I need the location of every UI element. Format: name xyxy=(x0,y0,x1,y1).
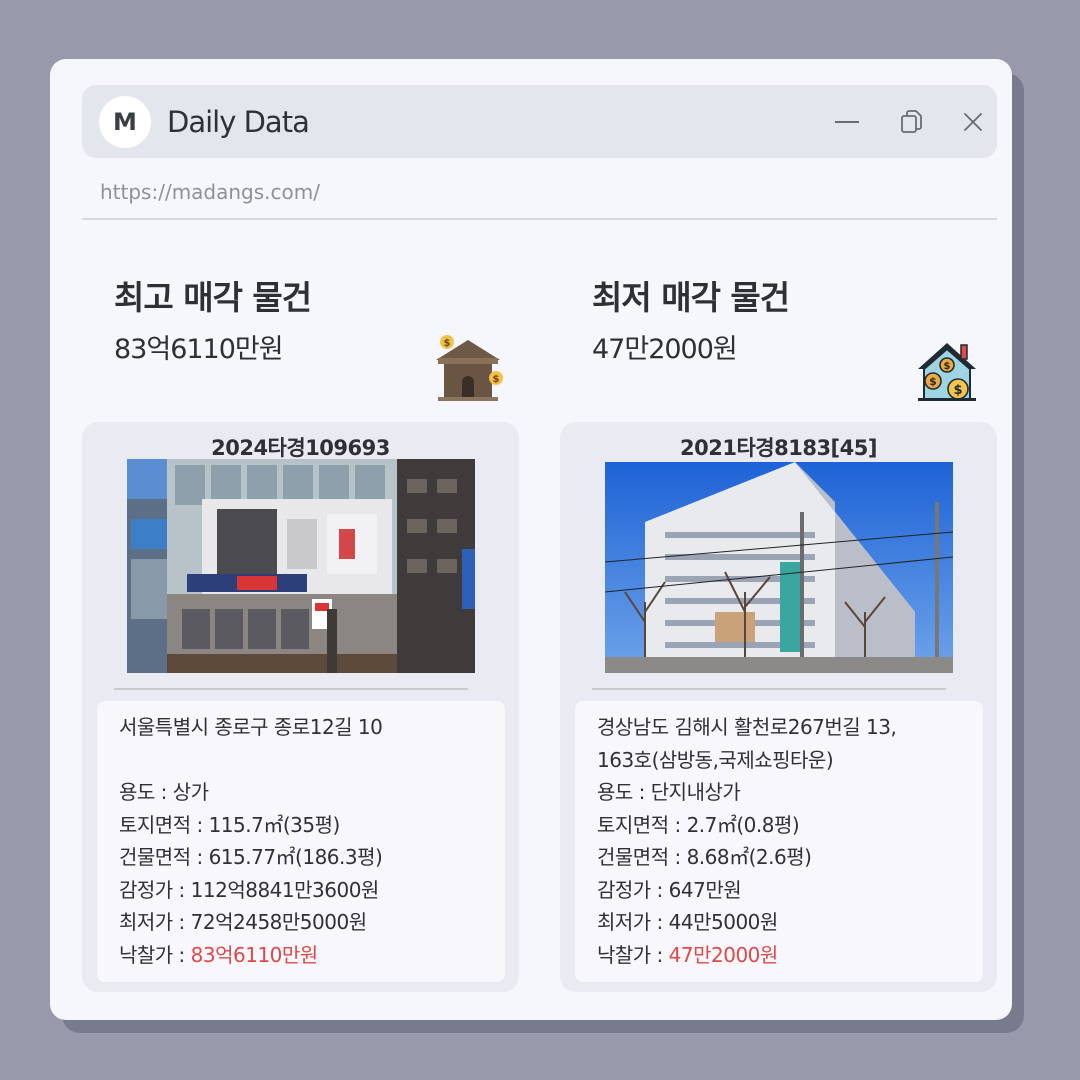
building-area-row: 건물면적 : 615.77㎡(186.3평) xyxy=(119,845,383,869)
restore-button[interactable] xyxy=(897,107,927,137)
property-photo xyxy=(605,462,953,676)
svg-text:$: $ xyxy=(444,338,451,349)
case-number[interactable]: 2024타경109693 xyxy=(82,432,519,462)
card-divider xyxy=(592,688,946,690)
property-photo xyxy=(127,459,475,673)
house-coins-icon: $ $ $ xyxy=(918,343,976,401)
case-number[interactable]: 2021타경8183[45] xyxy=(560,432,997,462)
appraisal-row: 감정가 : 112억8841만3600원 xyxy=(119,877,379,902)
url-text[interactable]: https://madangs.com/ xyxy=(100,180,320,204)
app-window: M Daily Data https://madangs.com/ 최고 매각 … xyxy=(50,59,1012,1020)
svg-text:$: $ xyxy=(944,361,951,372)
minimum-price-row: 최저가 : 44만5000원 xyxy=(597,910,778,934)
highest-sale-value: 83억6110만원 xyxy=(114,334,284,365)
minimize-button[interactable] xyxy=(832,107,862,137)
lowest-sale-title: 최저 매각 물건 xyxy=(592,278,790,317)
winning-bid-value: 83억6110만원 xyxy=(190,942,319,967)
app-title: Daily Data xyxy=(167,105,310,139)
winning-bid-value: 47만2000원 xyxy=(668,942,779,967)
title-bar: M Daily Data xyxy=(82,85,997,158)
svg-text:$: $ xyxy=(493,374,500,385)
address: 경상남도 김해시 활천로267번길 13, xyxy=(597,715,897,739)
use-row: 용도 : 단지내상가 xyxy=(597,780,741,804)
address-line2 xyxy=(119,744,485,777)
address: 서울특별시 종로구 종로12길 10 xyxy=(119,715,383,739)
card-divider xyxy=(114,688,468,690)
lowest-sale-value: 47만2000원 xyxy=(592,334,738,365)
app-logo: M xyxy=(99,96,151,148)
use-row: 용도 : 상가 xyxy=(119,780,209,804)
building-area-row: 건물면적 : 8.68㎡(2.6평) xyxy=(597,845,812,869)
highest-property-card[interactable]: 2024타경109693 서울특별시 종로구 종로12길 10 용도: 상가 … xyxy=(82,422,519,992)
header-divider xyxy=(82,218,997,220)
highest-sale-title: 최고 매각 물건 xyxy=(114,278,312,317)
appraisal-row: 감정가 : 647만원 xyxy=(597,877,742,902)
svg-text:$: $ xyxy=(929,375,937,388)
land-area-row: 토지면적 : 2.7㎡(0.8평) xyxy=(597,812,800,837)
minimum-price-row: 최저가 : 72억2458만5000원 xyxy=(119,910,367,934)
house-money-icon: $ $ xyxy=(436,335,503,401)
property-details: 서울특별시 종로구 종로12길 10 용도 : 상가 토지면적 : 115.7㎡… xyxy=(97,701,505,982)
land-area-row: 토지면적 : 115.7㎡(35평) xyxy=(119,812,340,837)
lowest-property-card[interactable]: 2021타경8183[45] 경상남도 김해시 활천로267번길 13, 163… xyxy=(560,422,997,992)
copy-icon xyxy=(901,110,922,133)
close-button[interactable] xyxy=(958,107,988,137)
property-details: 경상남도 김해시 활천로267번길 13, 163호(삼방동,국제쇼핑타운) 용… xyxy=(575,701,983,982)
address-line2: 163호(삼방동,국제쇼핑타운) xyxy=(597,747,834,772)
close-icon xyxy=(964,113,982,131)
winning-bid-row: 낙찰가 : 83억6110만원 xyxy=(119,942,319,967)
svg-text:$: $ xyxy=(953,383,962,398)
winning-bid-row: 낙찰가 : 47만2000원 xyxy=(597,942,779,967)
